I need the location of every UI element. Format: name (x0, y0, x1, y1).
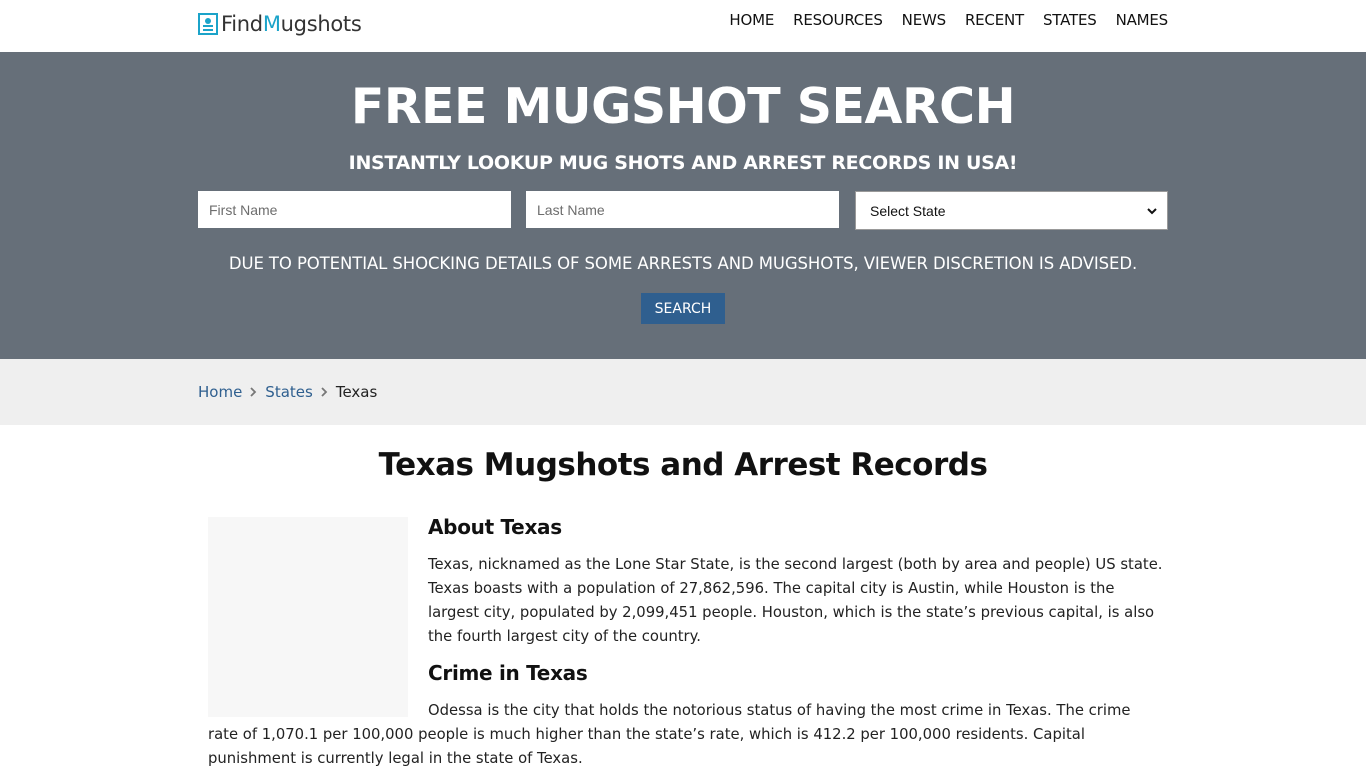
nav-news[interactable]: NEWS (902, 11, 946, 29)
id-card-icon (198, 13, 218, 35)
page-title: Texas Mugshots and Arrest Records (378, 447, 988, 483)
nav-states[interactable]: STATES (1043, 11, 1097, 29)
about-heading: About Texas (428, 515, 562, 539)
chevron-right-icon (250, 387, 257, 397)
crime-heading: Crime in Texas (428, 661, 588, 685)
first-name-input[interactable] (198, 191, 511, 228)
last-name-input[interactable] (526, 191, 839, 228)
about-paragraph: Texas, nicknamed as the Lone Star State,… (428, 556, 1163, 645)
nav-resources[interactable]: RESOURCES (793, 11, 883, 29)
search-button[interactable]: SEARCH (641, 293, 725, 324)
chevron-down-icon (1147, 207, 1157, 214)
breadcrumb-bar: Home States Texas (0, 359, 1366, 425)
nav-home[interactable]: HOME (729, 11, 774, 29)
breadcrumb-current: Texas (335, 383, 378, 401)
site-logo[interactable]: FindMugshots (198, 12, 362, 36)
search-hero: FREE MUGSHOT SEARCH INSTANTLY LOOKUP MUG… (0, 52, 1366, 359)
breadcrumb-states[interactable]: States (265, 383, 313, 401)
breadcrumb-home[interactable]: Home (198, 383, 242, 401)
hero-subtitle: INSTANTLY LOOKUP MUG SHOTS AND ARREST RE… (348, 152, 1018, 174)
breadcrumb: Home States Texas (198, 383, 377, 401)
state-select[interactable]: Select State (855, 191, 1168, 230)
hero-title: FREE MUGSHOT SEARCH (350, 78, 1016, 135)
nav-recent[interactable]: RECENT (965, 11, 1024, 29)
nav-names[interactable]: NAMES (1116, 11, 1169, 29)
main-content: Texas Mugshots and Arrest Records About … (0, 425, 1366, 768)
crime-paragraph: Odessa is the city that holds the notori… (208, 702, 1131, 767)
search-form: Select State (198, 191, 1168, 230)
chevron-right-icon (321, 387, 328, 397)
main-nav: HOME RESOURCES NEWS RECENT STATES NAMES (710, 11, 1168, 29)
site-header: FindMugshots HOME RESOURCES NEWS RECENT … (0, 0, 1366, 52)
state-select-value: Select State (870, 202, 946, 219)
viewer-discretion-notice: DUE TO POTENTIAL SHOCKING DETAILS OF SOM… (228, 254, 1138, 273)
state-image-placeholder (208, 517, 408, 717)
logo-text: FindMugshots (221, 12, 362, 36)
